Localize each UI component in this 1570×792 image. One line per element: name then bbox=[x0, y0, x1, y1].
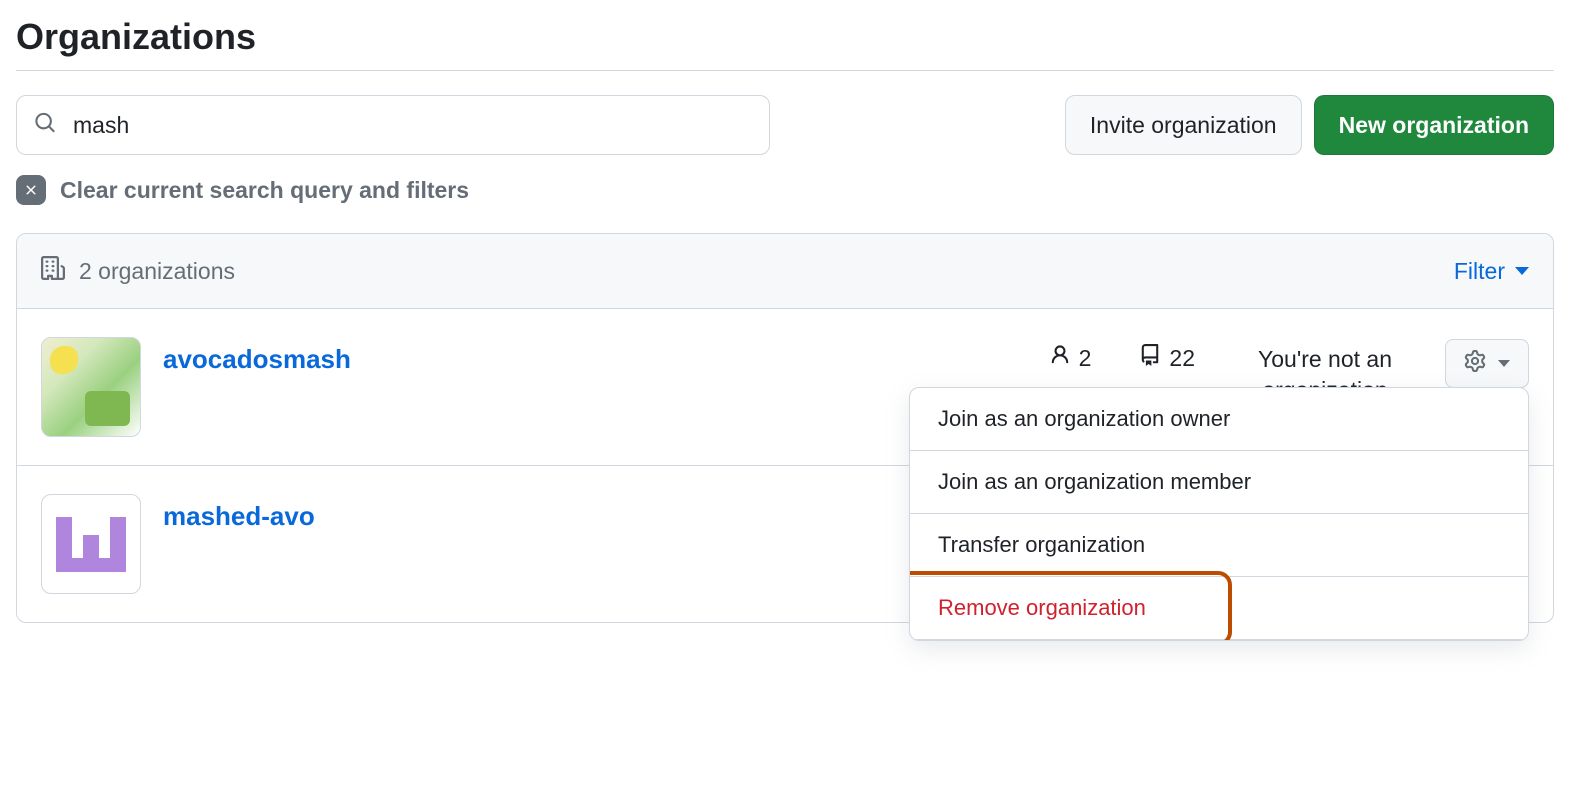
page-title: Organizations bbox=[16, 16, 1554, 71]
gear-icon bbox=[1464, 350, 1486, 377]
clear-icon[interactable] bbox=[16, 175, 46, 205]
org-actions-dropdown: Join as an organization owner Join as an… bbox=[909, 387, 1529, 641]
org-name-link[interactable]: avocadosmash bbox=[163, 344, 351, 375]
list-header: 2 organizations Filter bbox=[17, 234, 1553, 309]
dropdown-item-join-member[interactable]: Join as an organization member bbox=[910, 451, 1528, 514]
new-organization-button[interactable]: New organization bbox=[1314, 95, 1554, 155]
toolbar: Invite organization New organization bbox=[16, 95, 1554, 155]
members-stat[interactable]: 2 bbox=[1049, 344, 1092, 372]
org-row: avocadosmash 2 22 You're not an organiza… bbox=[17, 309, 1553, 466]
dropdown-item-remove[interactable]: Remove organization bbox=[910, 577, 1528, 640]
org-list: 2 organizations Filter avocadosmash 2 22 bbox=[16, 233, 1554, 623]
search-icon bbox=[34, 112, 56, 139]
organization-icon bbox=[41, 256, 65, 286]
person-icon bbox=[1049, 344, 1071, 372]
members-count: 2 bbox=[1079, 345, 1092, 372]
dropdown-item-transfer[interactable]: Transfer organization bbox=[910, 514, 1528, 577]
invite-organization-button[interactable]: Invite organization bbox=[1065, 95, 1302, 155]
repo-icon bbox=[1139, 344, 1161, 372]
caret-down-icon bbox=[1498, 360, 1510, 367]
search-input[interactable] bbox=[16, 95, 770, 155]
repos-stat[interactable]: 22 bbox=[1139, 344, 1195, 372]
filter-label: Filter bbox=[1454, 258, 1505, 285]
caret-down-icon bbox=[1515, 267, 1529, 275]
avatar[interactable] bbox=[41, 494, 141, 594]
clear-search-label[interactable]: Clear current search query and filters bbox=[60, 177, 469, 204]
repos-count: 22 bbox=[1169, 345, 1195, 372]
org-settings-button[interactable] bbox=[1445, 339, 1529, 388]
avatar[interactable] bbox=[41, 337, 141, 437]
org-name-link[interactable]: mashed-avo bbox=[163, 501, 315, 532]
dropdown-item-join-owner[interactable]: Join as an organization owner bbox=[910, 388, 1528, 451]
search-wrapper bbox=[16, 95, 770, 155]
filter-button[interactable]: Filter bbox=[1454, 258, 1529, 285]
clear-search-row[interactable]: Clear current search query and filters bbox=[16, 175, 1554, 205]
org-count-label: 2 organizations bbox=[79, 258, 235, 285]
